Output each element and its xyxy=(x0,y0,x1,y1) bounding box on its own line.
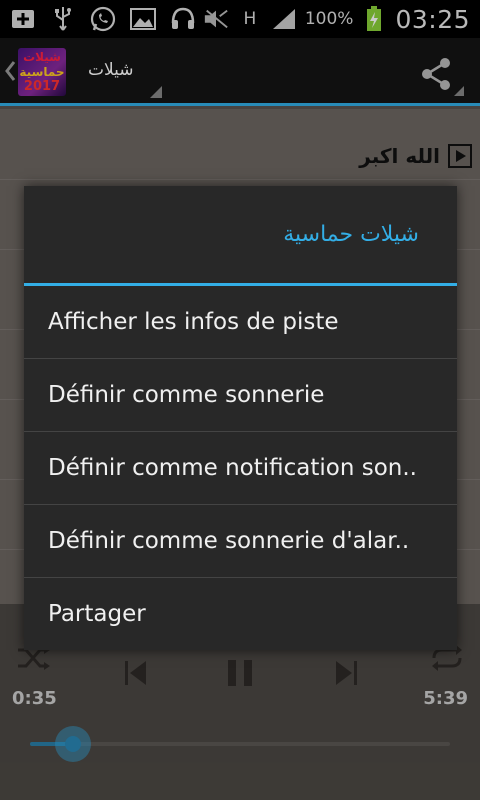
menu-item-track-info[interactable]: Afficher les infos de piste xyxy=(24,286,457,358)
dialog-title: شيلات حماسية xyxy=(283,222,419,247)
menu-item-set-notification[interactable]: Définir comme notification son.. xyxy=(24,432,457,504)
menu-item-share[interactable]: Partager xyxy=(24,578,457,650)
menu-item-set-ringtone[interactable]: Définir comme sonnerie xyxy=(24,359,457,431)
menu-item-set-alarm[interactable]: Définir comme sonnerie d'alar.. xyxy=(24,505,457,577)
context-menu-dialog: شيلات حماسية Afficher les infos de piste… xyxy=(24,186,457,650)
